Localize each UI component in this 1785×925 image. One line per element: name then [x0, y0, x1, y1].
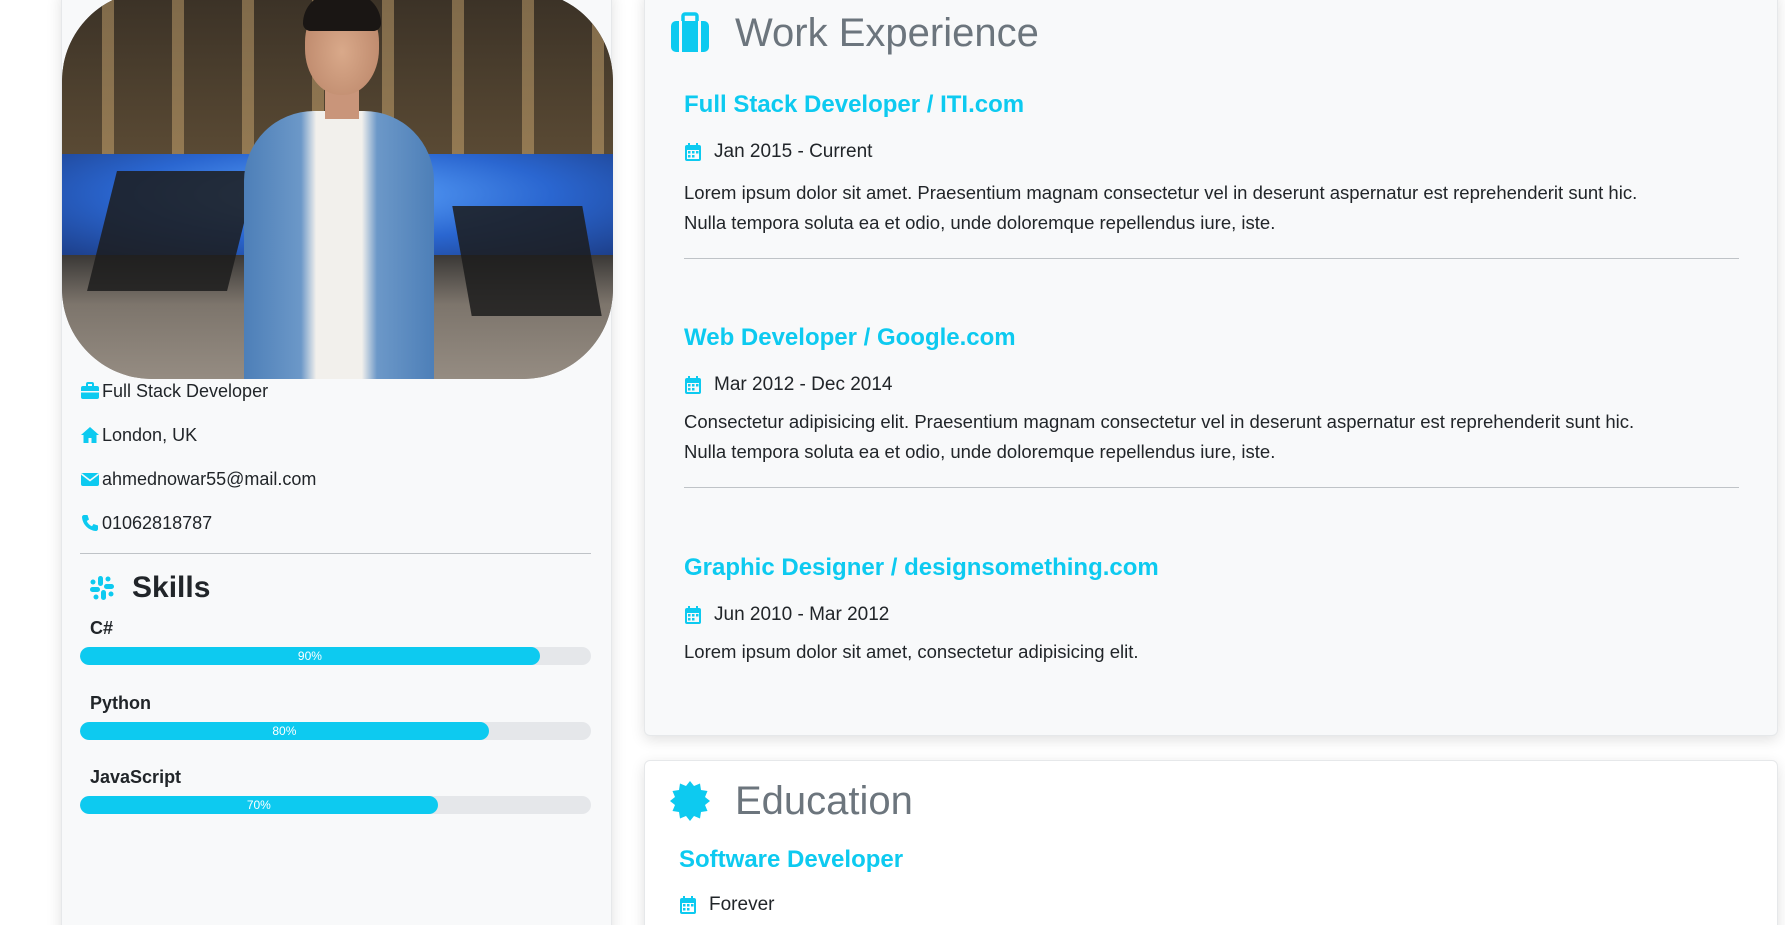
calendar-icon: [684, 605, 704, 625]
skill-progress-bar: 80%: [80, 722, 591, 740]
job-title[interactable]: Web Developer / Google.com: [684, 324, 1016, 352]
resume-page: Full Stack Developer London, UK ahmednow…: [0, 0, 1785, 925]
briefcase-icon: [80, 381, 102, 401]
skill-progress-bar: 70%: [80, 796, 591, 814]
envelope-icon: [80, 469, 102, 489]
education-heading: Education: [669, 779, 913, 824]
education-card: Education Software Developer Forever: [644, 760, 1778, 925]
home-icon: [80, 425, 102, 445]
divider: [684, 487, 1739, 488]
email-text[interactable]: ahmednowar55@mail.com: [102, 469, 316, 490]
job-description: Lorem ipsum dolor sit amet. Praesentium …: [684, 178, 1749, 238]
job-description-line: Lorem ipsum dolor sit amet, consectetur …: [684, 641, 1139, 662]
job-description-line: Nulla tempora soluta ea et odio, unde do…: [684, 441, 1276, 462]
skill-name: Python: [90, 693, 151, 713]
skill-progress-fill: 90%: [80, 647, 540, 665]
job-description-line: Consectetur adipisicing elit. Praesentiu…: [684, 411, 1635, 432]
location-text: London, UK: [102, 424, 198, 445]
calendar-icon: [679, 895, 699, 915]
job-date-text: Jan 2015 - Current: [714, 141, 873, 162]
job-date: Jun 2010 - Mar 2012: [684, 604, 889, 626]
slack-icon: [88, 574, 118, 602]
calendar-icon: [684, 375, 704, 395]
profile-card: Full Stack Developer London, UK ahmednow…: [61, 0, 613, 925]
education-title[interactable]: Software Developer: [679, 846, 903, 874]
phone-icon: [80, 513, 102, 533]
job-description-line: Lorem ipsum dolor sit amet. Praesentium …: [684, 182, 1638, 203]
job-description-line: Nulla tempora soluta ea et odio, unde do…: [684, 212, 1276, 233]
education-date: Forever: [679, 894, 774, 916]
divider: [684, 258, 1739, 259]
job-description: Lorem ipsum dolor sit amet, consectetur …: [684, 637, 1749, 667]
skills-heading: Skills: [88, 571, 210, 605]
info-job-title: Full Stack Developer: [80, 379, 268, 403]
skill-progress-bar: 90%: [80, 647, 591, 665]
phone-text[interactable]: 01062818787: [102, 513, 212, 534]
job-date: Jan 2015 - Current: [684, 141, 872, 163]
skill-name: JavaScript: [90, 767, 182, 787]
job-date: Mar 2012 - Dec 2014: [684, 374, 893, 396]
job-title[interactable]: Full Stack Developer / ITI.com: [684, 91, 1024, 119]
work-experience-card: Work Experience Full Stack Developer / I…: [644, 0, 1778, 736]
info-phone[interactable]: 01062818787: [80, 511, 212, 535]
job-date-text: Mar 2012 - Dec 2014: [714, 374, 893, 395]
info-email[interactable]: ahmednowar55@mail.com: [80, 467, 316, 491]
info-location: London, UK: [80, 423, 197, 447]
job-description: Consectetur adipisicing elit. Praesentiu…: [684, 407, 1749, 467]
calendar-icon: [684, 142, 704, 162]
certificate-icon: [669, 780, 713, 824]
skill-name: C#: [90, 618, 114, 638]
education-date-text: Forever: [709, 894, 775, 915]
work-heading-text: Work Experience: [735, 11, 1039, 55]
job-date-text: Jun 2010 - Mar 2012: [714, 604, 890, 625]
skill-progress-fill: 70%: [80, 796, 438, 814]
divider: [80, 553, 591, 554]
skill-progress-fill: 80%: [80, 722, 489, 740]
suitcase-icon: [669, 11, 713, 56]
job-title[interactable]: Graphic Designer / designsomething.com: [684, 554, 1159, 582]
skills-heading-text: Skills: [132, 571, 211, 604]
education-heading-text: Education: [735, 779, 913, 823]
work-experience-heading: Work Experience: [669, 11, 1039, 56]
profile-photo: [62, 0, 613, 379]
job-title-text: Full Stack Developer: [102, 380, 269, 401]
